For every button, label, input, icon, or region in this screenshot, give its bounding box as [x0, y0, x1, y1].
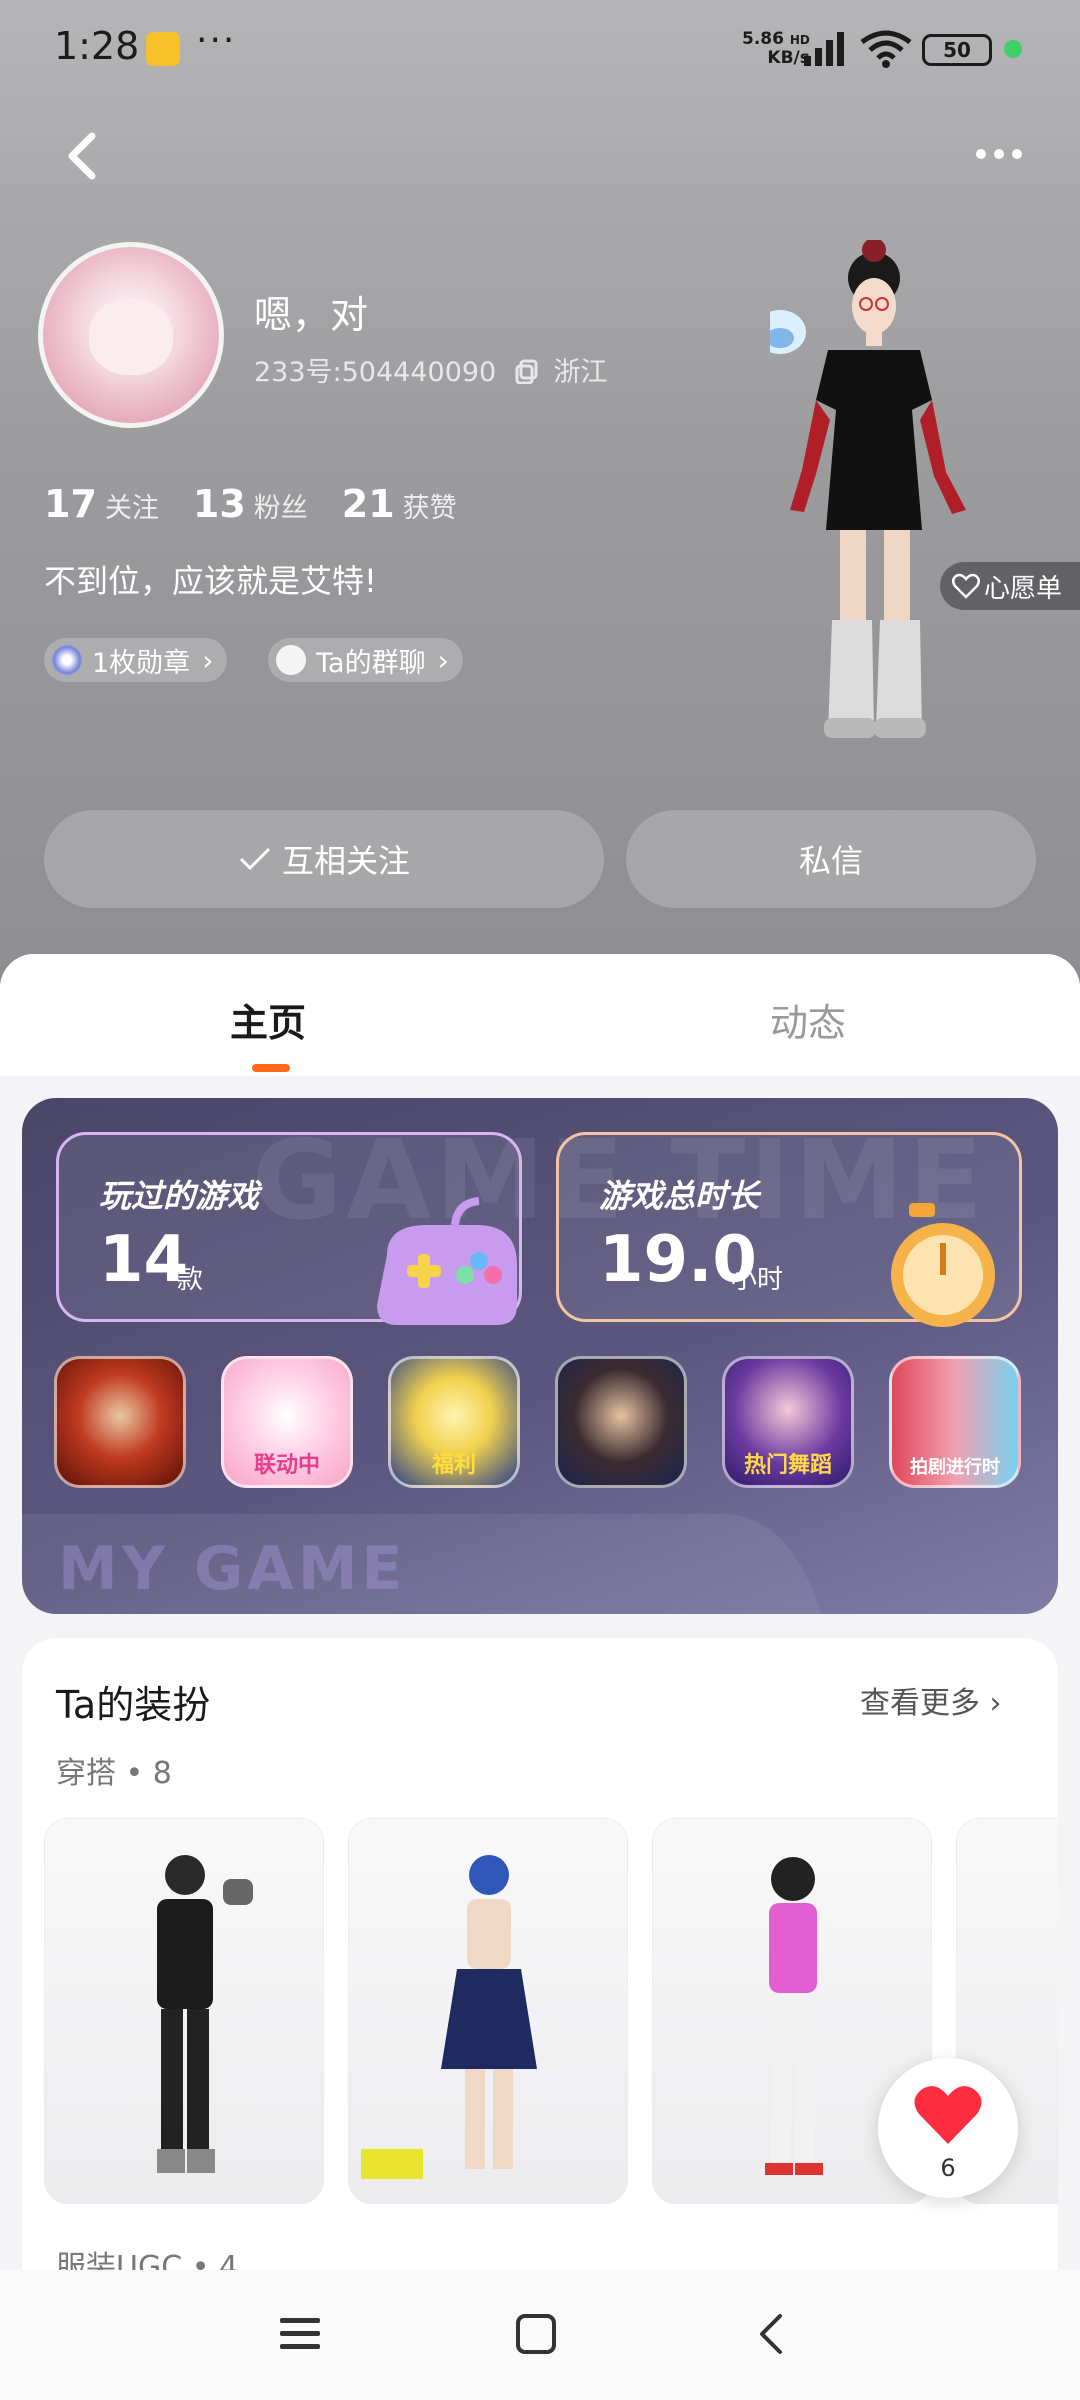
- avatar[interactable]: [38, 242, 224, 428]
- outfit-title: Ta的装扮: [56, 1683, 211, 1727]
- chevron-right-icon: ›: [989, 1686, 1002, 1721]
- outfit-count: 穿搭 • 8: [56, 1756, 172, 1791]
- tab-activity[interactable]: 动态: [770, 992, 846, 1047]
- wishlist-button[interactable]: 心愿单: [940, 562, 1080, 610]
- likes-count: 21: [341, 482, 395, 526]
- chevron-right-icon: ›: [202, 643, 214, 677]
- badge-pill[interactable]: 1枚勋章 ›: [44, 638, 228, 682]
- stopwatch-icon: [891, 1203, 995, 1327]
- chat-bubble-icon: [276, 645, 306, 675]
- back-arrow-icon[interactable]: [62, 128, 102, 184]
- outfit-figure-1: [157, 1855, 253, 2173]
- user-location: 浙江: [553, 357, 608, 388]
- badge-icon: [52, 645, 82, 675]
- heart-icon: [914, 2086, 982, 2144]
- outfit-figure-2: [361, 1855, 537, 2179]
- message-button[interactable]: 私信: [626, 810, 1036, 908]
- battery-icon: 50: [922, 34, 992, 66]
- outfit-card-1[interactable]: [44, 1818, 324, 2204]
- check-icon: [239, 847, 271, 871]
- like-button[interactable]: 6: [878, 2058, 1018, 2198]
- tab-home[interactable]: 主页: [230, 992, 306, 1047]
- game-icon-4[interactable]: [555, 1356, 687, 1488]
- played-games-box[interactable]: 玩过的游戏 14 款: [56, 1132, 522, 1325]
- home-square-icon[interactable]: [514, 2312, 558, 2356]
- play-time-box[interactable]: 游戏总时长 19.0 小时: [556, 1132, 1022, 1327]
- signal-icon: [804, 32, 844, 66]
- avatar-3d-figure[interactable]: [770, 240, 1020, 760]
- system-nav-bar: [0, 2270, 1080, 2400]
- game-icon-5[interactable]: 热门舞蹈: [722, 1356, 854, 1488]
- see-more-link[interactable]: 查看更多 ›: [860, 1678, 1002, 1722]
- recent-games-row: 联动中 福利 热门舞蹈 拍剧进行时: [54, 1356, 1021, 1488]
- game-icon-1[interactable]: [54, 1356, 186, 1488]
- mutual-follow-button[interactable]: 互相关注: [44, 810, 604, 908]
- heart-outline-icon: [952, 573, 980, 599]
- profile-stats: 17 关注 13 粉丝 21 获赞: [44, 482, 457, 526]
- group-chat-pill[interactable]: Ta的群聊 ›: [268, 638, 463, 682]
- user-bio: 不到位，应该就是艾特!: [44, 562, 377, 600]
- tab-bar: 主页 动态: [0, 954, 1080, 1076]
- user-name: 嗯，对: [254, 293, 369, 337]
- back-nav-icon[interactable]: [752, 2312, 792, 2356]
- like-count: 6: [940, 2154, 956, 2182]
- chevron-right-icon: ›: [437, 643, 449, 677]
- wifi-icon: [860, 30, 912, 68]
- notification-icon: [146, 32, 180, 66]
- more-notifications-icon: ···: [196, 20, 237, 61]
- user-id-line: 233号:504440090 浙江: [254, 357, 608, 388]
- outfit-card-2[interactable]: [348, 1818, 628, 2204]
- game-icon-3[interactable]: 福利: [388, 1356, 520, 1488]
- game-icon-2[interactable]: 联动中: [221, 1356, 353, 1488]
- following-count[interactable]: 17: [44, 482, 97, 526]
- gamepad-icon: [377, 1197, 517, 1325]
- status-time: 1:28: [54, 24, 140, 68]
- menu-icon[interactable]: [278, 2312, 324, 2356]
- more-options-icon[interactable]: [976, 144, 1030, 163]
- played-games-count: 14: [99, 1223, 189, 1297]
- status-bar: 1:28 ··· 5.86 HD KB/s 50: [0, 0, 1080, 100]
- game-stats-card[interactable]: GAME TIME MY GAME 玩过的游戏 14 款 游戏总时长 19.0 …: [22, 1098, 1058, 1614]
- game-icon-6[interactable]: 拍剧进行时: [889, 1356, 1021, 1488]
- active-tab-indicator: [252, 1064, 290, 1072]
- followers-count[interactable]: 13: [193, 482, 246, 526]
- card-footer-text: MY GAME: [58, 1534, 407, 1604]
- online-dot-icon: [1004, 40, 1022, 58]
- copy-icon[interactable]: [515, 358, 541, 385]
